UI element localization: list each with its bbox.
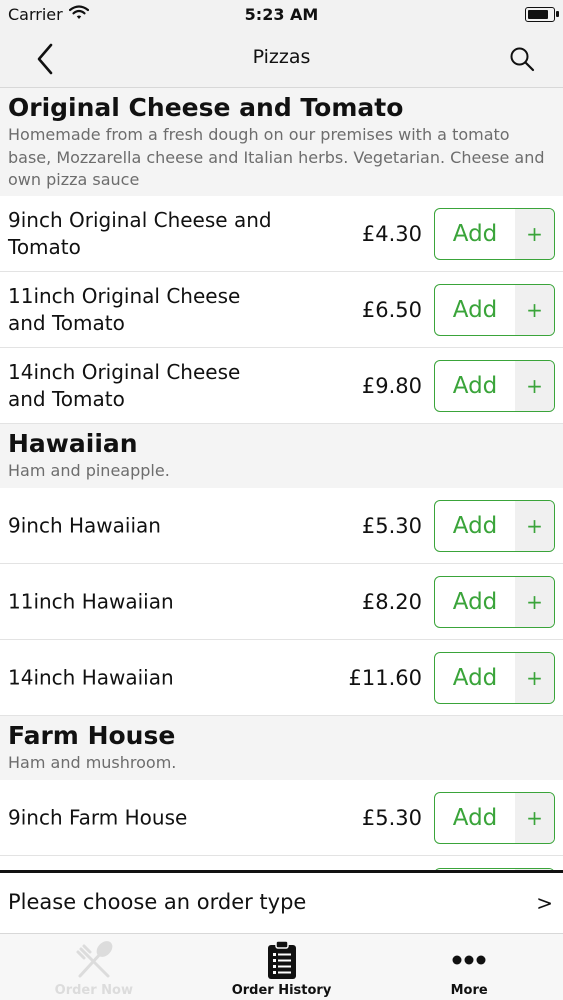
menu-item: 11inch Hawaiian £8.20 Add + [0,564,563,640]
add-label: Add [452,296,498,323]
plus-icon: + [515,284,554,335]
item-name: 14inch Original Cheese and Tomato [8,359,241,411]
plus-icon: + [515,500,554,551]
item-price: £4.30 [361,221,422,246]
battery-level [528,10,548,19]
battery-icon [525,7,559,22]
tab-label: More [450,983,488,998]
item-name: 9inch Hawaiian [8,513,161,537]
plus-icon: + [515,792,554,843]
add-button[interactable]: Add + [434,499,555,552]
menu-item: 9inch Original Cheese and Tomato £4.30 A… [0,196,563,272]
tab-label: Order History [231,983,332,998]
item-name: 11inch Hawaiian [8,589,174,613]
category-description: Homemade from a fresh dough on our premi… [8,125,545,189]
page-title: Pizzas [252,46,311,68]
status-time: 5:23 AM [244,5,319,24]
add-label: Add [452,664,498,691]
menu-item [0,856,563,870]
fork-spoon-icon [72,938,116,982]
category-header: Farm House Ham and mushroom. [0,716,563,780]
item-price: £9.80 [361,373,422,398]
search-icon [510,47,535,72]
item-name: 9inch Farm House [8,805,188,829]
menu-item: 11inch Original Cheese and Tomato £6.50 … [0,272,563,348]
add-label: Add [452,220,498,247]
menu-item: 14inch Original Cheese and Tomato £9.80 … [0,348,563,424]
menu-item: 14inch Hawaiian £11.60 Add + [0,640,563,716]
category-title: Hawaiian [8,429,138,458]
more-dots-icon [451,938,487,982]
add-button[interactable]: Add + [434,651,555,704]
item-price: £5.30 [361,513,422,538]
tab-label: Order Now [54,983,133,998]
status-bar: Carrier 5:23 AM [0,0,563,30]
add-label: Add [452,372,498,399]
item-name: 14inch Hawaiian [8,665,174,689]
add-label: Add [452,804,498,831]
tab-more[interactable]: More [375,934,563,1000]
plus-icon: + [515,208,554,259]
plus-icon: + [515,360,554,411]
item-name: 11inch Original Cheese and Tomato [8,283,241,335]
category-description: Ham and pineapple. [8,461,170,480]
search-button[interactable] [505,42,539,76]
tab-order-now[interactable]: Order Now [0,934,188,1000]
order-type-selector[interactable]: Please choose an order type > [0,870,563,934]
tab-bar: Order Now Order History More [0,934,563,1000]
add-button[interactable]: Add + [434,791,555,844]
menu-item: 9inch Farm House £5.30 Add + [0,780,563,856]
menu-list[interactable]: Original Cheese and Tomato Homemade from… [0,88,563,870]
nav-bar: Pizzas [0,30,563,88]
chevron-right-icon: > [536,891,553,915]
category-description: Ham and mushroom. [8,753,177,772]
add-button[interactable]: Add + [434,575,555,628]
plus-icon: + [515,576,554,627]
category-header: Hawaiian Ham and pineapple. [0,424,563,488]
item-price: £6.50 [361,297,422,322]
add-button[interactable]: Add + [434,283,555,336]
menu-item: 9inch Hawaiian £5.30 Add + [0,488,563,564]
item-price: £5.30 [361,805,422,830]
add-button[interactable]: Add + [434,359,555,412]
category-title: Original Cheese and Tomato [8,93,404,122]
item-price: £8.20 [361,589,422,614]
tab-order-history[interactable]: Order History [188,934,376,1000]
clipboard-list-icon [267,938,297,982]
category-header: Original Cheese and Tomato Homemade from… [0,88,563,196]
category-title: Farm House [8,721,176,750]
item-price: £11.60 [348,665,422,690]
add-label: Add [452,512,498,539]
item-name: 9inch Original Cheese and Tomato [8,207,272,259]
add-button[interactable]: Add + [434,207,555,260]
order-type-label: Please choose an order type [8,890,307,914]
plus-icon: + [515,652,554,703]
add-label: Add [452,588,498,615]
